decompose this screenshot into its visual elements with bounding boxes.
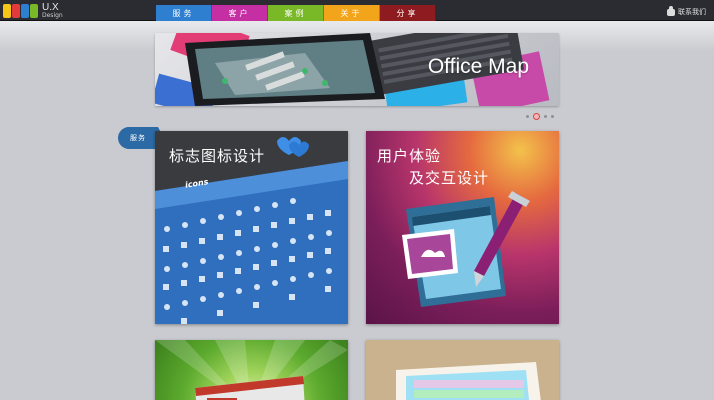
logo-subtitle: Design — [42, 11, 63, 19]
nav-item-services[interactable]: 服务 — [156, 5, 212, 21]
card-web-design[interactable] — [155, 340, 348, 400]
carousel-dot-active[interactable] — [533, 113, 540, 120]
card-title: 标志图标设计 — [169, 147, 266, 165]
logo[interactable]: U.X Design — [3, 2, 63, 19]
card-ux-design[interactable]: 用户体验 及交互设计 — [366, 131, 559, 324]
nav-item-about[interactable]: 关于 — [324, 5, 380, 21]
top-bar: U.X Design 服务 客户 案例 关于 分享 联系我们 — [0, 0, 714, 21]
carousel-dot[interactable] — [526, 115, 529, 118]
nav-item-share[interactable]: 分享 — [380, 5, 436, 21]
photo-illustration — [396, 362, 541, 400]
contact-link[interactable]: 联系我们 — [667, 5, 706, 17]
card-icon-design[interactable]: 标志图标设计 icons — [155, 131, 348, 324]
card-photo-design[interactable] — [366, 340, 559, 400]
web-illustration — [155, 340, 348, 400]
logo-title: U.X — [42, 1, 59, 13]
contact-icon — [667, 5, 675, 16]
card-title-line2: 及交互设计 — [409, 169, 490, 187]
logo-mark-icon — [3, 3, 38, 18]
card-title-line1: 用户体验 — [377, 147, 442, 165]
carousel-dot[interactable] — [544, 115, 547, 118]
contact-label: 联系我们 — [678, 8, 706, 16]
main-nav: 服务 客户 案例 关于 分享 — [156, 5, 436, 21]
section-tag: 服务 — [118, 127, 164, 149]
carousel-dot[interactable] — [551, 115, 554, 118]
banner-slide[interactable]: Office Map — [155, 33, 559, 106]
nav-item-clients[interactable]: 客户 — [212, 5, 268, 21]
banner-title: Office Map — [427, 55, 529, 78]
carousel-dots — [526, 113, 554, 120]
nav-item-cases[interactable]: 案例 — [268, 5, 324, 21]
